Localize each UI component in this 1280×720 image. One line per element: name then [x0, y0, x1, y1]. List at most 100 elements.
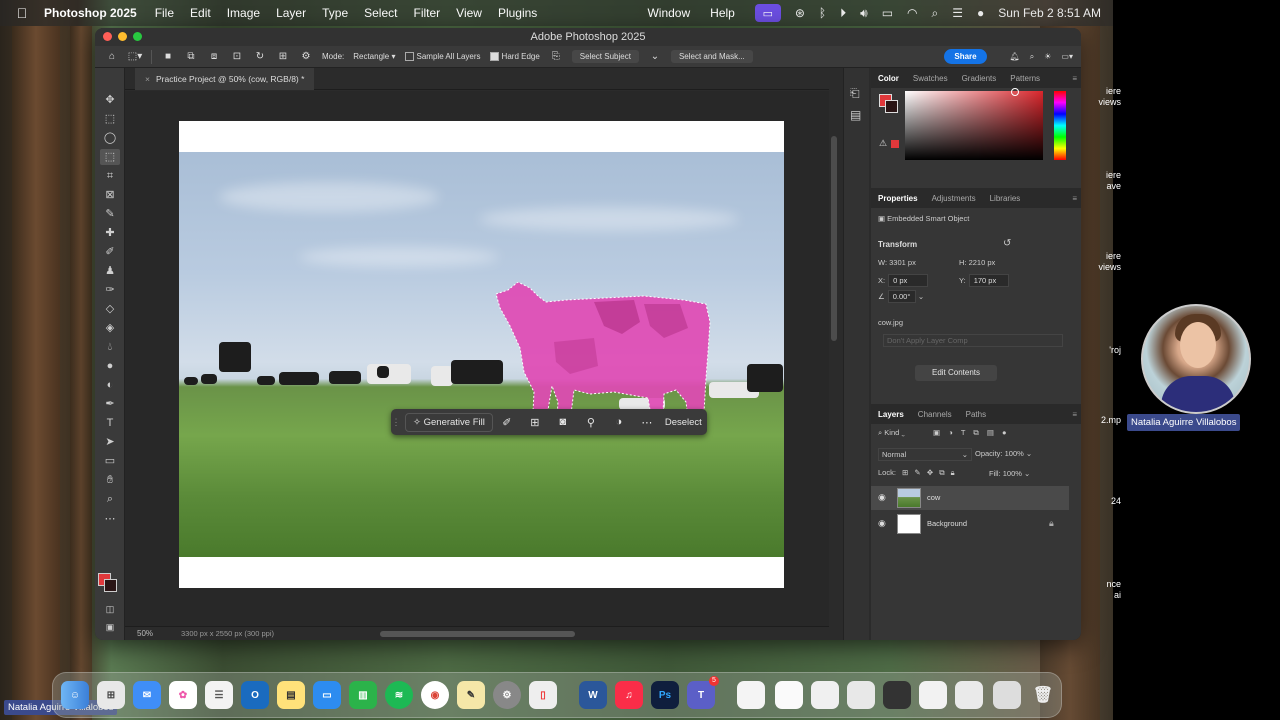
play-icon[interactable]: ⏵	[840, 6, 846, 21]
recent-document-icon[interactable]	[883, 681, 911, 709]
lock-image-icon[interactable]: ✎	[914, 468, 920, 477]
eyedropper-tool-icon[interactable]: ✎	[100, 206, 120, 222]
refresh-icon[interactable]: ↻	[253, 50, 267, 64]
trash-icon[interactable]: 🗑︎	[1029, 681, 1057, 709]
close-tab-icon[interactable]: ×	[145, 74, 150, 84]
stage-manager-icon[interactable]: ▭	[754, 4, 781, 22]
settings-gear-icon[interactable]: ⚙	[299, 50, 313, 64]
recent-document-icon[interactable]	[737, 681, 765, 709]
color-bg-swatch[interactable]	[885, 100, 898, 113]
tab-adjustments[interactable]: Adjustments	[932, 194, 976, 203]
workspace-icon[interactable]: ▭▾	[1061, 52, 1073, 62]
rectangle-tool-icon[interactable]: ▭	[100, 453, 120, 469]
mode-select[interactable]: Rectangle ▾	[353, 52, 395, 61]
chevron-down-icon[interactable]: ⌄	[648, 50, 662, 64]
pen-tool-icon[interactable]: ✒	[100, 396, 120, 412]
background-color-swatch[interactable]	[104, 579, 117, 592]
recent-document-icon[interactable]	[919, 681, 947, 709]
battery-icon[interactable]: ▭	[882, 6, 893, 20]
x-field[interactable]: 0 px	[888, 274, 929, 287]
object-selection-tool-icon[interactable]: ⬚	[100, 149, 120, 165]
crop-tool-icon[interactable]: ⌗	[100, 168, 120, 184]
vertical-scrollbar[interactable]	[831, 136, 837, 341]
zoom-level[interactable]: 50%	[137, 627, 153, 640]
siri-icon[interactable]: ●	[977, 6, 984, 20]
system-settings-icon[interactable]: ⚙	[493, 681, 521, 709]
hand-tool-icon[interactable]: ✋︎	[100, 472, 120, 488]
eraser-tool-icon[interactable]: ◇	[100, 301, 120, 317]
chevron-down-icon[interactable]: ⌄	[901, 428, 905, 437]
gamut-swatch[interactable]	[891, 140, 899, 148]
recent-document-icon[interactable]	[993, 681, 1021, 709]
chevron-down-icon[interactable]: ⌄	[1026, 449, 1032, 458]
layer-comp-select[interactable]: Don't Apply Layer Comp	[883, 334, 1063, 347]
adjustment-layer-icon[interactable]: ◑	[605, 416, 633, 428]
select-and-mask-icon[interactable]: ⊞	[521, 416, 549, 429]
filter-type-icon[interactable]: T	[961, 428, 965, 437]
discover-lightbulb-icon[interactable]: ☀	[1044, 52, 1051, 62]
fill-value[interactable]: 100%	[1003, 469, 1022, 478]
fill-selection-icon[interactable]: ⚲	[577, 416, 605, 429]
hue-slider[interactable]	[1054, 91, 1066, 160]
lock-transparent-icon[interactable]: ⊞	[902, 468, 908, 477]
quick-mask-icon[interactable]: ◫	[100, 601, 120, 617]
menu-help[interactable]: Help	[710, 6, 735, 20]
tab-libraries[interactable]: Libraries	[990, 194, 1021, 203]
menu-edit[interactable]: Edit	[190, 6, 211, 20]
filter-smart-object-icon[interactable]: ▤	[987, 428, 994, 437]
panel-menu-icon[interactable]: ≡	[1072, 194, 1077, 203]
photos-icon[interactable]: ✿	[169, 681, 197, 709]
tab-layers[interactable]: Layers	[878, 410, 904, 419]
select-and-mask-button[interactable]: Select and Mask...	[670, 50, 753, 63]
type-tool-icon[interactable]: T	[100, 415, 120, 431]
select-subject-button[interactable]: Select Subject	[571, 50, 639, 63]
panel-menu-icon[interactable]: ≡	[1072, 410, 1077, 419]
menu-plugins[interactable]: Plugins	[498, 6, 537, 20]
y-field[interactable]: 170 px	[968, 274, 1009, 287]
search-icon[interactable]: ⌕	[1030, 52, 1034, 62]
panel-menu-icon[interactable]: ≡	[1072, 74, 1077, 83]
keynote-icon[interactable]: ▭	[313, 681, 341, 709]
sponge-tool-icon[interactable]: ◐	[100, 377, 120, 393]
notifications-bell-icon[interactable]: 🔔︎	[1010, 52, 1020, 62]
hard-edge-checkbox[interactable]: Hard Edge	[489, 52, 540, 62]
menu-type[interactable]: Type	[322, 6, 348, 20]
recent-document-icon[interactable]	[847, 681, 875, 709]
tab-gradients[interactable]: Gradients	[962, 74, 997, 83]
zoom-window-button[interactable]	[133, 32, 142, 41]
filter-toggle-icon[interactable]: ●	[1002, 428, 1007, 437]
zoom-tool-icon[interactable]: ⌕	[100, 491, 120, 507]
reminders-icon[interactable]: ☰	[205, 681, 233, 709]
notes-icon[interactable]: ▤	[277, 681, 305, 709]
share-button[interactable]: Share	[944, 49, 987, 64]
chrome-icon[interactable]: ◉	[421, 681, 449, 709]
filter-shape-icon[interactable]: ⧉	[973, 428, 978, 437]
angle-chevron-icon[interactable]: ⌄	[918, 292, 924, 301]
tab-patterns[interactable]: Patterns	[1010, 74, 1040, 83]
create-mask-icon[interactable]: ◙	[549, 416, 577, 428]
recent-document-icon[interactable]	[775, 681, 803, 709]
filter-adjustment-icon[interactable]: ◑	[948, 428, 953, 437]
document-dimensions[interactable]: 3300 px x 2550 px (300 ppi)	[181, 627, 274, 640]
home-icon[interactable]: ⌂	[105, 50, 119, 64]
creative-cloud-icon[interactable]: ⊛	[795, 6, 805, 20]
screen-mode-icon[interactable]: ▣	[100, 619, 120, 635]
recent-document-icon[interactable]	[811, 681, 839, 709]
menu-select[interactable]: Select	[364, 6, 397, 20]
history-panel-icon[interactable]: ⎗	[850, 86, 860, 101]
tab-channels[interactable]: Channels	[918, 410, 952, 419]
bluetooth-icon[interactable]: ᛒ	[819, 6, 826, 20]
sample-all-layers-checkbox[interactable]: Sample All Layers	[404, 52, 481, 62]
lasso-tool-icon[interactable]: ◯	[100, 130, 120, 146]
volume-icon[interactable]: 🔊︎	[860, 6, 868, 21]
outlook-icon[interactable]: O	[241, 681, 269, 709]
layer-lock-icon[interactable]: 🔒︎	[1049, 518, 1054, 529]
menubar-clock[interactable]: Sun Feb 2 8:51 AM	[998, 6, 1101, 20]
menu-view[interactable]: View	[456, 6, 482, 20]
numbers-icon[interactable]: ▥	[349, 681, 377, 709]
tab-paths[interactable]: Paths	[966, 410, 986, 419]
pages-icon[interactable]: ✎	[457, 681, 485, 709]
new-selection-icon[interactable]: ■	[161, 50, 175, 64]
apple-icon[interactable]: 	[0, 5, 44, 21]
angle-field[interactable]: 0.00°	[887, 290, 916, 303]
